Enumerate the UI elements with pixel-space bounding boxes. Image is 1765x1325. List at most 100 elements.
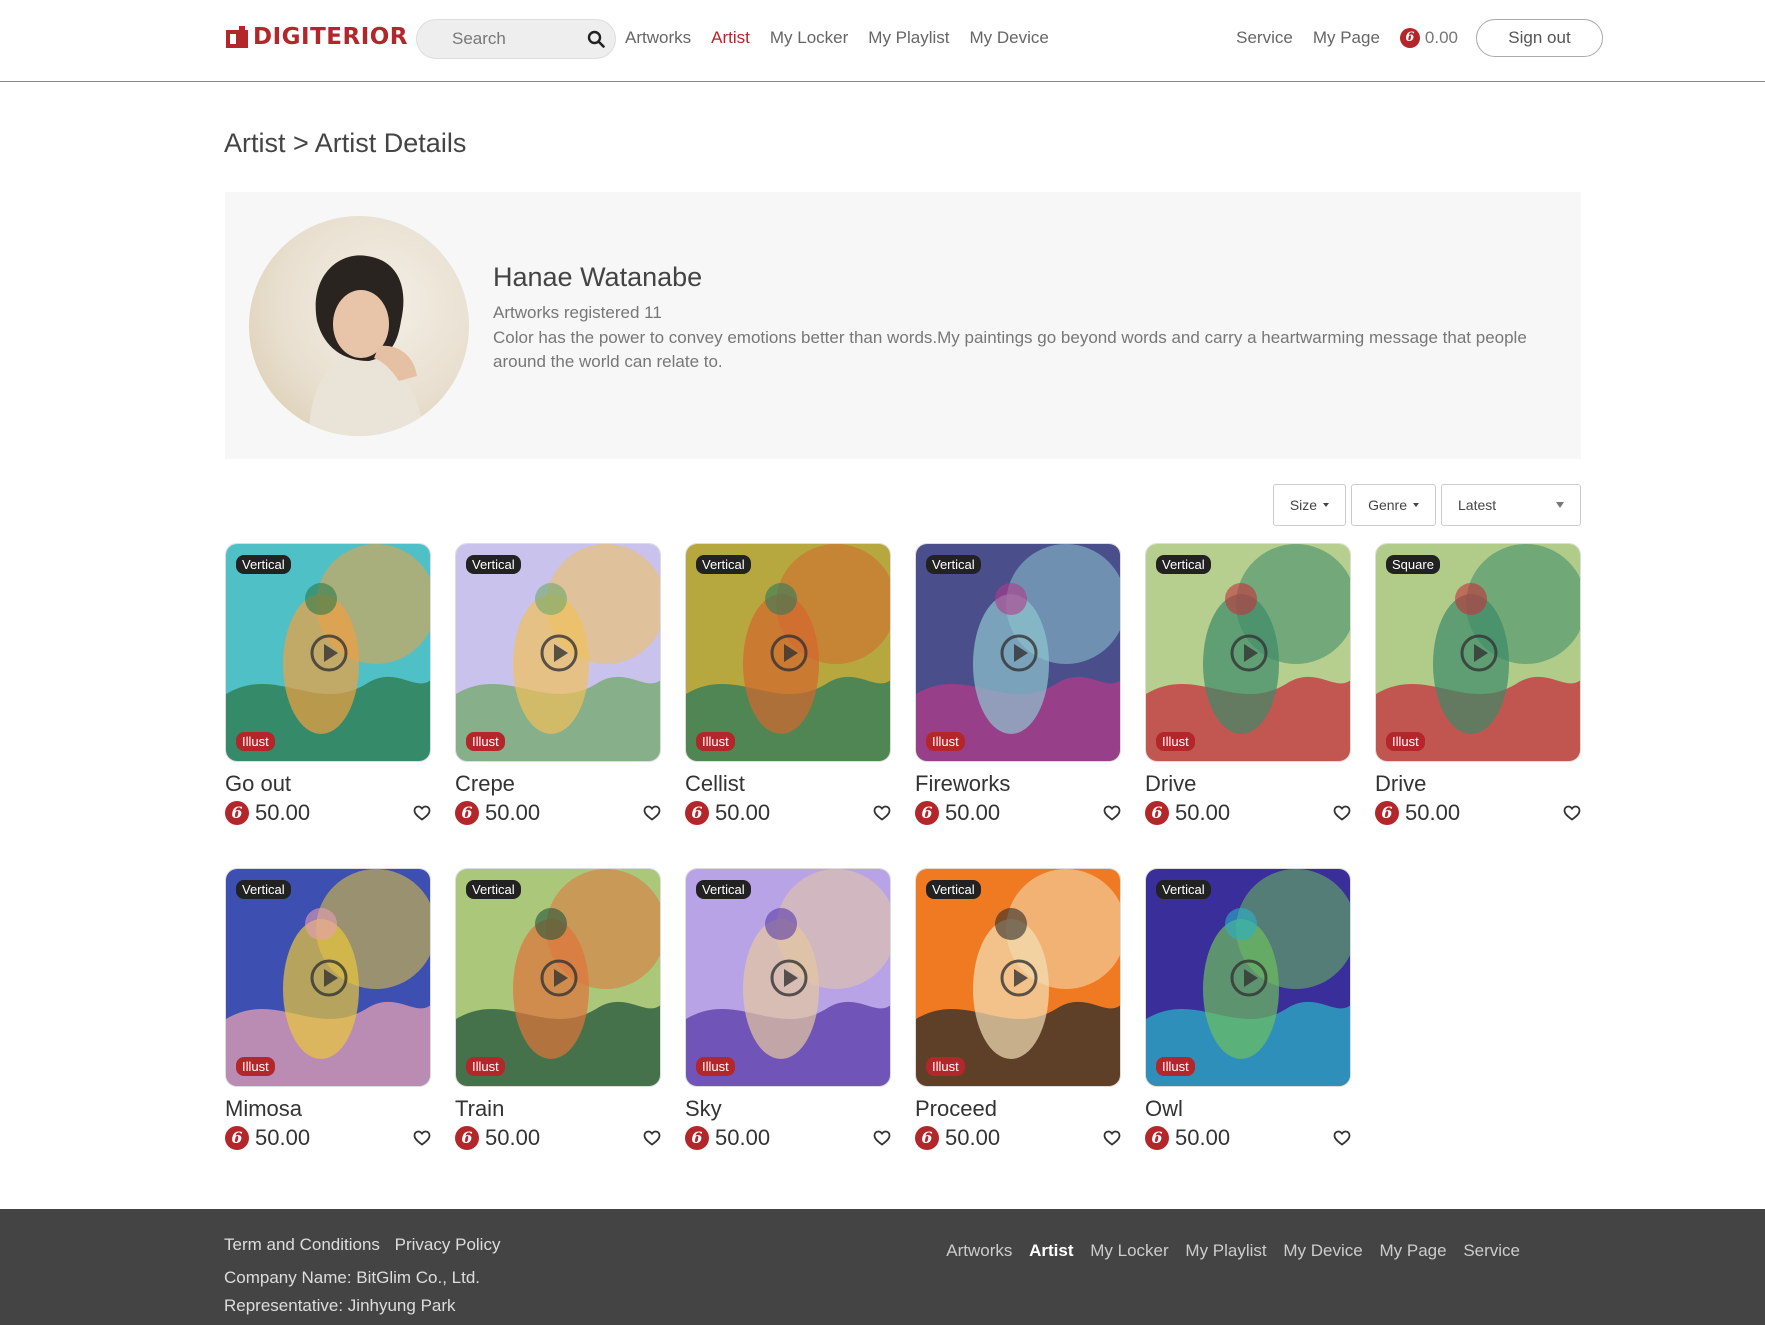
artwork-card[interactable]: Square Illust Drive 6 50.00 — [1375, 543, 1581, 825]
heart-icon[interactable] — [413, 805, 431, 821]
artwork-title[interactable]: Drive — [1145, 771, 1196, 797]
sort-select[interactable]: Latest — [1441, 484, 1581, 526]
play-icon[interactable] — [1229, 633, 1269, 673]
company-info: Company Name: BitGlim Co., Ltd. Represen… — [224, 1264, 480, 1320]
orientation-badge: Vertical — [696, 555, 751, 574]
footer-nav: Artworks Artist My Locker My Playlist My… — [934, 1241, 1520, 1261]
artwork-card[interactable]: Vertical Illust Crepe 6 50.00 — [455, 543, 661, 825]
artwork-thumbnail[interactable]: Vertical Illust — [1145, 868, 1351, 1087]
artwork-price: 6 50.00 — [225, 800, 310, 826]
artwork-title[interactable]: Mimosa — [225, 1096, 302, 1122]
logo[interactable]: DIGITERIOR — [225, 24, 408, 50]
nav-artist[interactable]: Artist — [711, 28, 750, 48]
size-filter[interactable]: Size — [1272, 484, 1347, 526]
artwork-title[interactable]: Owl — [1145, 1096, 1183, 1122]
footer-nav-my-page[interactable]: My Page — [1379, 1241, 1446, 1260]
play-icon[interactable] — [769, 633, 809, 673]
artwork-thumbnail[interactable]: Vertical Illust — [915, 543, 1121, 762]
artwork-card[interactable]: Vertical Illust Drive 6 50.00 — [1145, 543, 1351, 825]
search-box[interactable] — [416, 19, 617, 59]
footer-links: Term and Conditions Privacy Policy — [224, 1235, 510, 1255]
artwork-card[interactable]: Vertical Illust Cellist 6 50.00 — [685, 543, 891, 825]
artwork-title[interactable]: Cellist — [685, 771, 745, 797]
footer-nav-my-locker[interactable]: My Locker — [1090, 1241, 1168, 1260]
artwork-thumbnail[interactable]: Vertical Illust — [1145, 543, 1351, 762]
play-icon[interactable] — [309, 633, 349, 673]
genre-filter[interactable]: Genre — [1351, 484, 1436, 526]
heart-icon[interactable] — [873, 805, 891, 821]
coin-icon: 6 — [685, 801, 709, 825]
orientation-badge: Vertical — [926, 880, 981, 899]
play-icon[interactable] — [1229, 958, 1269, 998]
artwork-title[interactable]: Crepe — [455, 771, 515, 797]
heart-icon[interactable] — [873, 1130, 891, 1146]
heart-icon[interactable] — [413, 1130, 431, 1146]
artwork-price: 6 50.00 — [455, 1125, 540, 1151]
artwork-thumbnail[interactable]: Vertical Illust — [685, 868, 891, 1087]
artwork-thumbnail[interactable]: Vertical Illust — [915, 868, 1121, 1087]
filter-bar: Size Genre Latest — [1272, 484, 1581, 526]
sign-out-button[interactable]: Sign out — [1476, 19, 1603, 57]
heart-icon[interactable] — [643, 1130, 661, 1146]
heart-icon[interactable] — [1103, 805, 1121, 821]
artwork-card[interactable]: Vertical Illust Sky 6 50.00 — [685, 868, 891, 1150]
artwork-card[interactable]: Vertical Illust Fireworks 6 50.00 — [915, 543, 1121, 825]
heart-icon[interactable] — [1563, 805, 1581, 821]
artwork-thumbnail[interactable]: Vertical Illust — [685, 543, 891, 762]
play-icon[interactable] — [769, 958, 809, 998]
artwork-thumbnail[interactable]: Vertical Illust — [225, 868, 431, 1087]
genre-badge: Illust — [1156, 1057, 1195, 1076]
genre-badge: Illust — [926, 1057, 965, 1076]
nav-my-playlist[interactable]: My Playlist — [868, 28, 949, 48]
avatar — [249, 216, 469, 436]
service-link[interactable]: Service — [1236, 28, 1293, 48]
play-icon[interactable] — [999, 958, 1039, 998]
my-page-link[interactable]: My Page — [1313, 28, 1380, 48]
footer-nav-artworks[interactable]: Artworks — [946, 1241, 1012, 1260]
play-icon[interactable] — [539, 633, 579, 673]
orientation-badge: Vertical — [466, 555, 521, 574]
artist-profile: Hanae Watanabe Artworks registered 11 Co… — [225, 192, 1581, 459]
footer-nav-my-playlist[interactable]: My Playlist — [1185, 1241, 1266, 1260]
nav-my-locker[interactable]: My Locker — [770, 28, 848, 48]
artwork-thumbnail[interactable]: Vertical Illust — [225, 543, 431, 762]
nav-my-device[interactable]: My Device — [970, 28, 1049, 48]
artwork-card[interactable]: Vertical Illust Go out 6 50.00 — [225, 543, 431, 825]
heart-icon[interactable] — [643, 805, 661, 821]
heart-icon[interactable] — [1333, 805, 1351, 821]
artwork-card[interactable]: Vertical Illust Owl 6 50.00 — [1145, 868, 1351, 1150]
terms-link[interactable]: Term and Conditions — [224, 1235, 380, 1254]
footer-nav-artist[interactable]: Artist — [1029, 1241, 1073, 1260]
play-icon[interactable] — [309, 958, 349, 998]
play-icon[interactable] — [999, 633, 1039, 673]
artwork-title[interactable]: Go out — [225, 771, 291, 797]
footer-nav-my-device[interactable]: My Device — [1283, 1241, 1362, 1260]
artwork-price: 6 50.00 — [455, 800, 540, 826]
search-icon[interactable] — [587, 30, 605, 48]
artwork-card[interactable]: Vertical Illust Proceed 6 50.00 — [915, 868, 1121, 1150]
artwork-thumbnail[interactable]: Vertical Illust — [455, 868, 661, 1087]
heart-icon[interactable] — [1103, 1130, 1121, 1146]
nav-artworks[interactable]: Artworks — [625, 28, 691, 48]
artwork-title[interactable]: Fireworks — [915, 771, 1010, 797]
privacy-link[interactable]: Privacy Policy — [395, 1235, 501, 1254]
price-value: 50.00 — [255, 1125, 311, 1150]
orientation-badge: Vertical — [466, 880, 521, 899]
artwork-title[interactable]: Sky — [685, 1096, 722, 1122]
artwork-thumbnail[interactable]: Square Illust — [1375, 543, 1581, 762]
orientation-badge: Vertical — [696, 880, 751, 899]
top-header: DIGITERIOR Artworks Artist My Locker My … — [0, 0, 1765, 82]
artwork-title[interactable]: Drive — [1375, 771, 1426, 797]
artwork-title[interactable]: Train — [455, 1096, 504, 1122]
heart-icon[interactable] — [1333, 1130, 1351, 1146]
artwork-thumbnail[interactable]: Vertical Illust — [455, 543, 661, 762]
price-value: 50.00 — [945, 800, 1001, 825]
footer-nav-service[interactable]: Service — [1463, 1241, 1520, 1260]
artwork-card[interactable]: Vertical Illust Mimosa 6 50.00 — [225, 868, 431, 1150]
play-icon[interactable] — [1459, 633, 1499, 673]
artwork-title[interactable]: Proceed — [915, 1096, 997, 1122]
coin-icon: 6 — [1399, 28, 1420, 48]
coin-icon: 6 — [455, 801, 479, 825]
play-icon[interactable] — [539, 958, 579, 998]
artwork-card[interactable]: Vertical Illust Train 6 50.00 — [455, 868, 661, 1150]
